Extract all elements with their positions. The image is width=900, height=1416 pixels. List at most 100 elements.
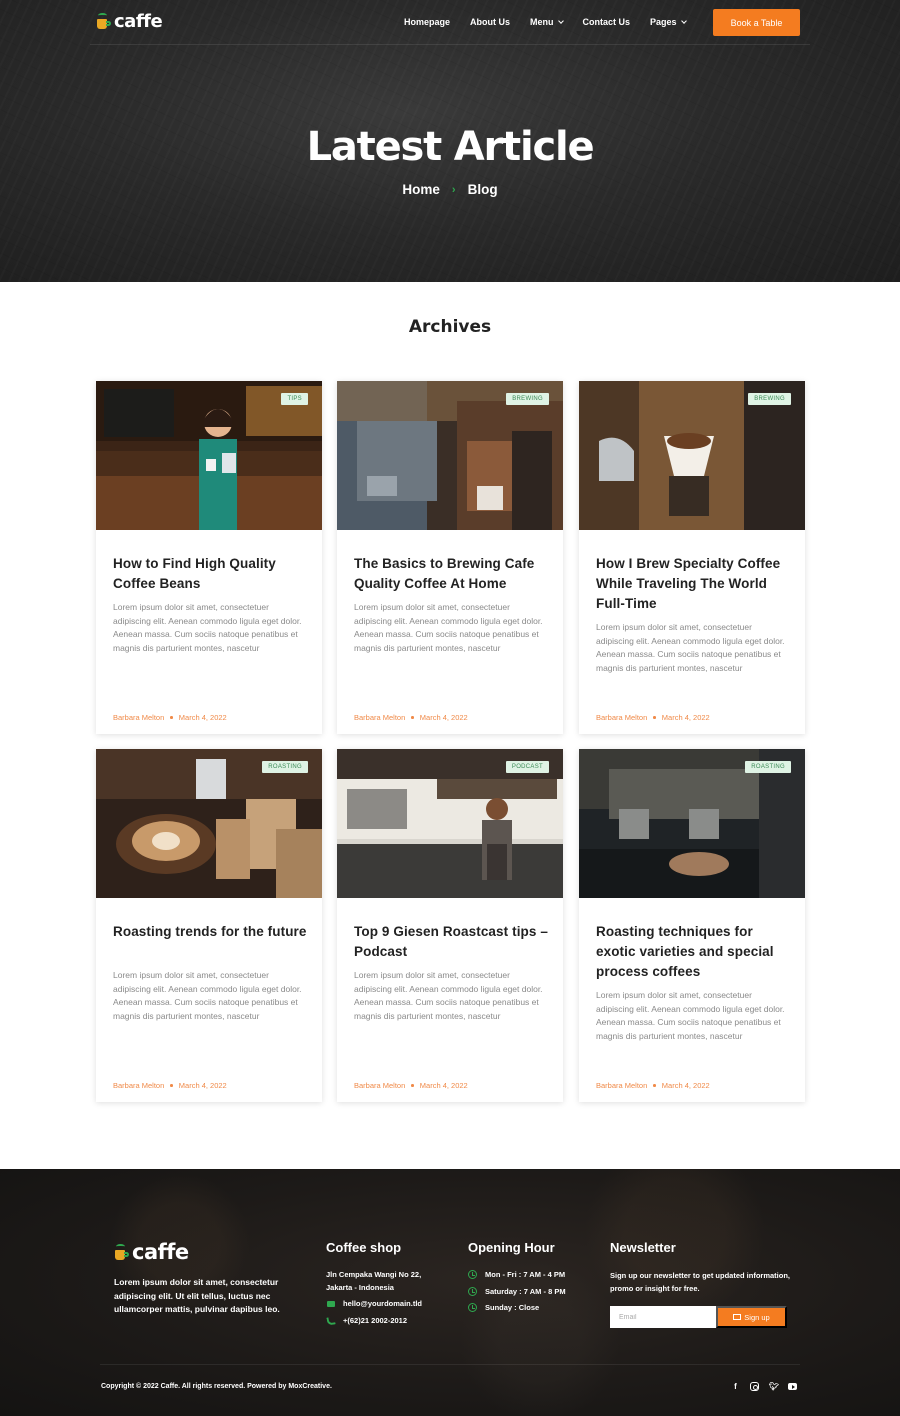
- nav-contact-us-label: Contact Us: [582, 17, 631, 27]
- instagram-icon[interactable]: [750, 1382, 759, 1391]
- nav-divider: [90, 44, 810, 45]
- breadcrumb: Home › Blog: [0, 182, 900, 197]
- post-meta: Barbara Melton March 4, 2022: [113, 713, 227, 722]
- post-author[interactable]: Barbara Melton: [596, 1081, 647, 1090]
- post-card[interactable]: BREWING The Basics to Brewing Cafe Quali…: [337, 381, 563, 734]
- chevron-down-icon: [680, 17, 687, 24]
- post-date: March 4, 2022: [661, 1081, 710, 1090]
- address-line-1-text: Jln Cempaka Wangi No 22,: [326, 1270, 422, 1279]
- post-title[interactable]: Top 9 Giesen Roastcast tips – Podcast: [354, 922, 550, 962]
- post-tag[interactable]: BREWING: [748, 393, 791, 405]
- post-card[interactable]: BREWING How I Brew Specialty Coffee Whil…: [579, 381, 805, 734]
- hours-saturday: Saturday : 7 AM - 8 PM: [468, 1287, 566, 1296]
- hours-weekday: Mon - Fri : 7 AM - 4 PM: [468, 1270, 565, 1279]
- nav-homepage[interactable]: Homepage: [404, 17, 450, 27]
- post-excerpt: Lorem ipsum dolor sit amet, consectetuer…: [354, 970, 543, 1021]
- post-card[interactable]: TIPS How to Find High Quality Coffee Bea…: [96, 381, 322, 734]
- breadcrumb-blog: Blog: [467, 182, 498, 197]
- contact-email-text: hello@yourdomain.tld: [343, 1299, 422, 1308]
- youtube-icon[interactable]: [788, 1383, 797, 1390]
- post-image-barista-counter[interactable]: PODCAST: [337, 749, 563, 898]
- separator-dot: [411, 1084, 414, 1087]
- post-card[interactable]: ROASTING Roasting techniques for exotic …: [579, 749, 805, 1102]
- post-tag[interactable]: TIPS: [281, 393, 308, 405]
- post-tag[interactable]: BREWING: [506, 393, 549, 405]
- main-menu: Homepage About Us Menu Contact Us Pages: [404, 17, 706, 27]
- nav-pages[interactable]: Pages: [650, 17, 687, 27]
- page-title: Latest Article: [306, 124, 595, 170]
- post-meta: Barbara Melton March 4, 2022: [354, 1081, 468, 1090]
- post-excerpt: Lorem ipsum dolor sit amet, consectetuer…: [596, 622, 785, 673]
- post-image-latte-art[interactable]: ROASTING: [96, 749, 322, 898]
- nav-about-us-label: About Us: [470, 17, 511, 27]
- post-author[interactable]: Barbara Melton: [113, 713, 164, 722]
- hero-banner: caffe Homepage About Us Menu Contact Us …: [0, 0, 900, 282]
- copyright: Copyright © 2022 Caffe. All rights reser…: [101, 1383, 332, 1390]
- post-tag[interactable]: PODCAST: [505, 761, 549, 773]
- post-title[interactable]: Roasting techniques for exotic varieties…: [596, 922, 792, 982]
- site-footer: caffe Lorem ipsum dolor sit amet, consec…: [0, 1169, 900, 1416]
- footer-logo-text: caffe: [132, 1240, 189, 1264]
- contact-phone[interactable]: +(62)21 2002-2012: [326, 1315, 407, 1326]
- nav-menu-label: Menu: [530, 17, 554, 27]
- newsletter-heading: Newsletter: [610, 1240, 676, 1255]
- post-meta: Barbara Melton March 4, 2022: [596, 713, 710, 722]
- footer-logo[interactable]: caffe: [114, 1240, 189, 1264]
- post-title[interactable]: Roasting trends for the future: [113, 922, 309, 942]
- facebook-icon[interactable]: f: [731, 1382, 740, 1391]
- nav-contact-us[interactable]: Contact Us: [583, 17, 631, 27]
- post-image-espresso-pull[interactable]: ROASTING: [579, 749, 805, 898]
- twitter-icon[interactable]: 🐦︎: [769, 1382, 779, 1391]
- logo[interactable]: caffe: [96, 11, 163, 32]
- social-links: f 🐦︎: [731, 1382, 797, 1391]
- breadcrumb-home[interactable]: Home: [402, 182, 440, 197]
- signup-button[interactable]: Sign up: [716, 1306, 787, 1328]
- contact-email[interactable]: hello@yourdomain.tld: [327, 1299, 422, 1308]
- newsletter-email-input[interactable]: [610, 1306, 716, 1328]
- signup-button-label: Sign up: [744, 1312, 770, 1322]
- post-date: March 4, 2022: [661, 713, 710, 722]
- separator-dot: [653, 716, 656, 719]
- address-line-2-text: Jakarta - Indonesia: [326, 1283, 394, 1292]
- post-card[interactable]: ROASTING Roasting trends for the future …: [96, 749, 322, 1102]
- post-excerpt: Lorem ipsum dolor sit amet, consectetuer…: [113, 970, 302, 1021]
- post-image-barista[interactable]: TIPS: [96, 381, 322, 530]
- clock-icon: [468, 1287, 477, 1296]
- nav-homepage-label: Homepage: [404, 17, 451, 27]
- mail-icon: [327, 1300, 335, 1307]
- post-image-espresso-machine[interactable]: BREWING: [337, 381, 563, 530]
- address-line-1: Jln Cempaka Wangi No 22,: [326, 1270, 421, 1279]
- nav-pages-label: Pages: [650, 17, 677, 27]
- newsletter-text: Sign up our newsletter to get updated in…: [610, 1271, 790, 1293]
- post-meta: Barbara Melton March 4, 2022: [596, 1081, 710, 1090]
- post-author[interactable]: Barbara Melton: [596, 713, 647, 722]
- post-meta: Barbara Melton March 4, 2022: [113, 1081, 227, 1090]
- separator-dot: [653, 1084, 656, 1087]
- post-title[interactable]: The Basics to Brewing Cafe Quality Coffe…: [354, 554, 550, 594]
- post-author[interactable]: Barbara Melton: [354, 713, 405, 722]
- post-tag[interactable]: ROASTING: [262, 761, 308, 773]
- post-card[interactable]: PODCAST Top 9 Giesen Roastcast tips – Po…: [337, 749, 563, 1102]
- post-date: March 4, 2022: [419, 1081, 468, 1090]
- clock-icon: [468, 1303, 477, 1312]
- hours-sunday-text: Sunday : Close: [485, 1303, 540, 1312]
- phone-icon: [326, 1315, 336, 1326]
- post-title[interactable]: How I Brew Specialty Coffee While Travel…: [596, 554, 792, 614]
- coffee-cup-icon: [114, 1243, 129, 1261]
- footer-divider: [100, 1364, 800, 1365]
- nav-menu[interactable]: Menu: [530, 17, 564, 27]
- post-author[interactable]: Barbara Melton: [354, 1081, 405, 1090]
- hours-saturday-text: Saturday : 7 AM - 8 PM: [485, 1287, 566, 1296]
- post-meta: Barbara Melton March 4, 2022: [354, 713, 468, 722]
- post-tag[interactable]: ROASTING: [745, 761, 791, 773]
- logo-text: caffe: [114, 11, 163, 32]
- chevron-right-icon: ›: [451, 183, 456, 196]
- clock-icon: [468, 1270, 477, 1279]
- coffee-shop-heading: Coffee shop: [326, 1240, 402, 1255]
- post-author[interactable]: Barbara Melton: [113, 1081, 164, 1090]
- post-image-pour-over[interactable]: BREWING: [579, 381, 805, 530]
- post-title[interactable]: How to Find High Quality Coffee Beans: [113, 554, 309, 594]
- book-table-button[interactable]: Book a Table: [713, 9, 800, 36]
- footer-about: Lorem ipsum dolor sit amet, consectetur …: [114, 1277, 280, 1314]
- nav-about-us[interactable]: About Us: [470, 17, 510, 27]
